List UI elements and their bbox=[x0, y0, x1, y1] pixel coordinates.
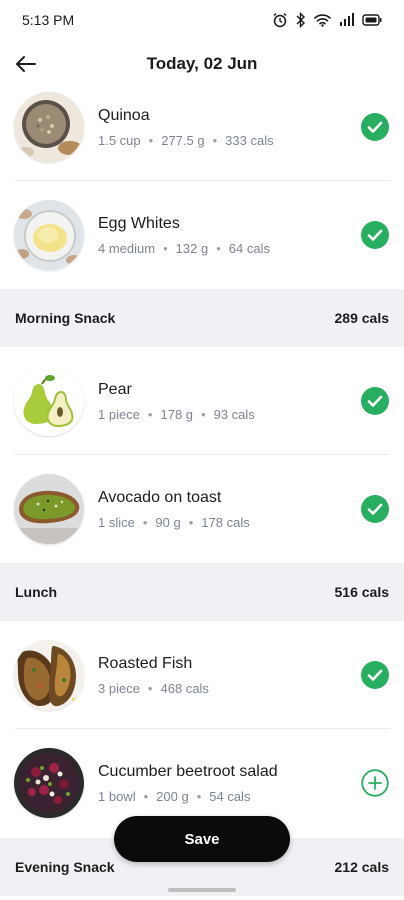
food-serving: 3 piece bbox=[98, 680, 140, 696]
logged-check-button[interactable] bbox=[360, 660, 390, 690]
section-title: Evening Snack bbox=[15, 859, 115, 875]
egg-whites-photo bbox=[14, 200, 84, 270]
food-meta: 1 bowl • 200 g • 54 cals bbox=[98, 788, 251, 804]
food-calories: 468 cals bbox=[160, 680, 209, 696]
food-name: Roasted Fish bbox=[98, 654, 193, 672]
food-serving: 4 medium bbox=[98, 240, 156, 256]
logged-check-button[interactable] bbox=[360, 112, 390, 142]
status-bar: 5:13 PM bbox=[0, 0, 404, 40]
quinoa-photo bbox=[14, 92, 84, 162]
signal-icon bbox=[340, 13, 354, 26]
section-title: Lunch bbox=[15, 584, 57, 600]
check-circle-icon bbox=[361, 221, 389, 249]
check-circle-icon bbox=[361, 495, 389, 523]
food-name: Egg Whites bbox=[98, 214, 180, 232]
food-serving: 1 bowl bbox=[98, 788, 136, 804]
status-time: 5:13 PM bbox=[22, 12, 75, 28]
wifi-icon bbox=[314, 14, 331, 27]
section-calories: 212 cals bbox=[334, 859, 390, 875]
food-info: Roasted Fish 3 piece • 468 cals bbox=[98, 655, 360, 696]
food-info: Quinoa 1.5 cup • 277.5 g • 333 cals bbox=[98, 107, 360, 148]
add-food-button[interactable] bbox=[360, 768, 390, 798]
check-circle-icon bbox=[361, 113, 389, 141]
food-name: Cucumber beetroot salad bbox=[98, 762, 278, 780]
food-calories: 93 cals bbox=[213, 406, 255, 422]
food-weight: 90 g bbox=[155, 514, 181, 530]
food-info: Cucumber beetroot salad 1 bowl • 200 g • 5… bbox=[98, 763, 360, 804]
food-meta: 1 piece • 178 g • 93 cals bbox=[98, 406, 255, 422]
food-item-quinoa[interactable]: Quinoa 1.5 cup • 277.5 g • 333 cals bbox=[0, 73, 404, 181]
home-indicator[interactable] bbox=[168, 888, 236, 892]
status-icons bbox=[272, 12, 382, 28]
food-weight: 200 g bbox=[156, 788, 189, 804]
food-calories: 54 cals bbox=[209, 788, 251, 804]
page-title: Today, 02 Jun bbox=[146, 54, 258, 73]
food-calories: 64 cals bbox=[228, 240, 270, 256]
food-meta: 3 piece • 468 cals bbox=[98, 680, 209, 696]
food-serving: 1 piece bbox=[98, 406, 140, 422]
section-header-morning-snack: Morning Snack 289 cals bbox=[0, 289, 404, 347]
section-calories: 289 cals bbox=[334, 310, 390, 326]
food-meta: 1 slice • 90 g • 178 cals bbox=[98, 514, 250, 530]
food-calories: 333 cals bbox=[225, 132, 274, 148]
food-weight: 277.5 g bbox=[161, 132, 205, 148]
logged-check-button[interactable] bbox=[360, 494, 390, 524]
logged-check-button[interactable] bbox=[360, 386, 390, 416]
alarm-icon bbox=[273, 13, 287, 28]
food-meta: 1.5 cup • 277.5 g • 333 cals bbox=[98, 132, 274, 148]
food-serving: 1 slice bbox=[98, 514, 135, 530]
save-button[interactable]: Save bbox=[114, 816, 290, 862]
food-serving: 1.5 cup bbox=[98, 132, 141, 148]
food-info: Avocado on toast 1 slice • 90 g • 178 cals bbox=[98, 489, 360, 530]
food-weight: 178 g bbox=[160, 406, 194, 422]
section-header-lunch: Lunch 516 cals bbox=[0, 563, 404, 621]
check-circle-icon bbox=[361, 661, 389, 689]
salad-photo bbox=[14, 748, 84, 818]
food-item-egg-whites[interactable]: Egg Whites 4 medium • 132 g • 64 cals bbox=[0, 181, 404, 289]
section-title: Morning Snack bbox=[15, 310, 116, 326]
pear-photo bbox=[14, 366, 84, 436]
food-name: Pear bbox=[98, 380, 132, 398]
food-item-roasted-fish[interactable]: Roasted Fish 3 piece • 468 cals bbox=[0, 621, 404, 729]
food-name: Avocado on toast bbox=[98, 488, 222, 506]
food-meta: 4 medium • 132 g • 64 cals bbox=[98, 240, 270, 256]
bluetooth-icon bbox=[296, 12, 305, 28]
food-info: Egg Whites 4 medium • 132 g • 64 cals bbox=[98, 215, 360, 256]
logged-check-button[interactable] bbox=[360, 220, 390, 250]
food-calories: 178 cals bbox=[201, 514, 250, 530]
battery-icon bbox=[362, 14, 382, 26]
food-item-pear[interactable]: Pear 1 piece • 178 g • 93 cals bbox=[0, 347, 404, 455]
avocado-toast-photo bbox=[14, 474, 84, 544]
food-info: Pear 1 piece • 178 g • 93 cals bbox=[98, 381, 360, 422]
food-item-avocado-on-toast[interactable]: Avocado on toast 1 slice • 90 g • 178 cals bbox=[0, 455, 404, 563]
roasted-fish-photo bbox=[14, 640, 84, 710]
section-calories: 516 cals bbox=[334, 584, 390, 600]
food-weight: 132 g bbox=[175, 240, 209, 256]
check-circle-icon bbox=[361, 387, 389, 415]
plus-circle-icon bbox=[361, 769, 389, 797]
food-name: Quinoa bbox=[98, 106, 150, 124]
